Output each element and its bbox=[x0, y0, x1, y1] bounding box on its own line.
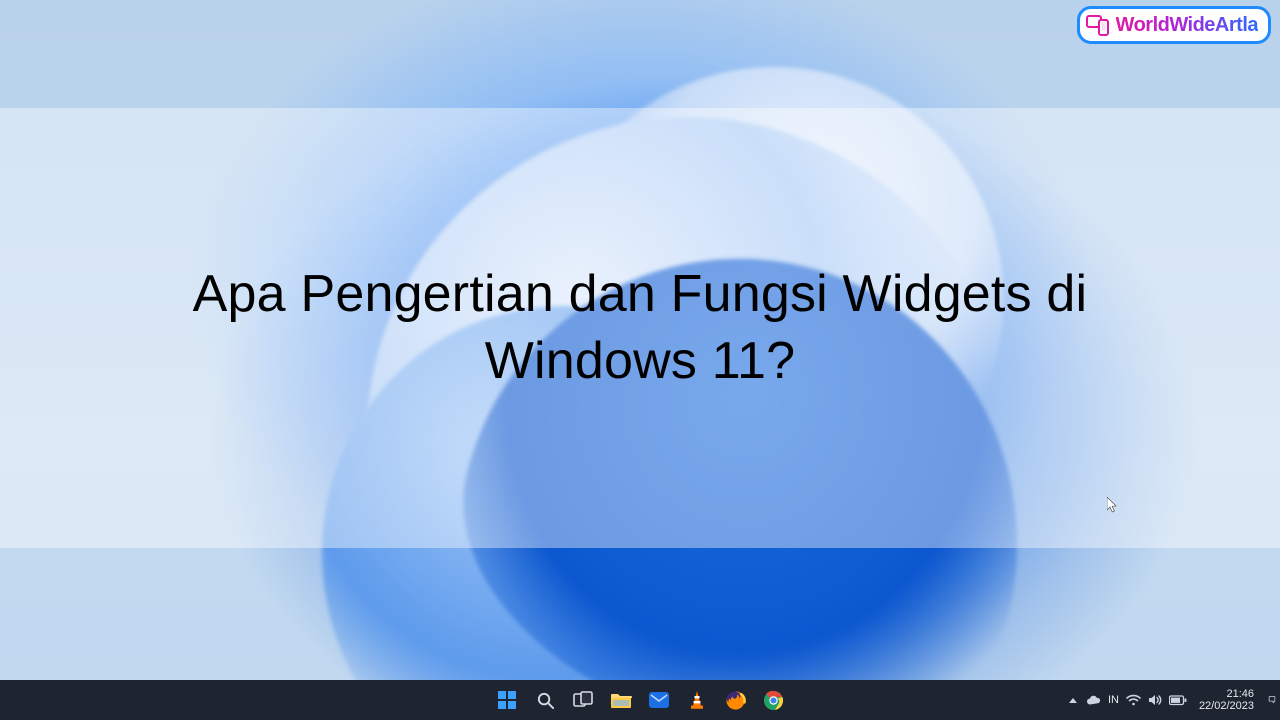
tray-overflow-button[interactable] bbox=[1069, 698, 1077, 703]
onedrive-icon[interactable] bbox=[1086, 695, 1101, 706]
mail-icon bbox=[648, 691, 670, 709]
wifi-icon[interactable] bbox=[1126, 694, 1141, 706]
battery-icon[interactable] bbox=[1169, 695, 1187, 706]
notifications-button[interactable] bbox=[1268, 696, 1276, 704]
language-indicator[interactable]: IN bbox=[1108, 694, 1119, 706]
search-button[interactable] bbox=[529, 684, 561, 716]
clock-date: 22/02/2023 bbox=[1199, 700, 1254, 712]
chrome-button[interactable] bbox=[757, 684, 789, 716]
vlc-button[interactable] bbox=[681, 684, 713, 716]
taskbar-clock[interactable]: 21:46 22/02/2023 bbox=[1199, 688, 1260, 712]
overlay-headline: Apa Pengertian dan Fungsi Widgets di Win… bbox=[80, 261, 1200, 394]
start-button[interactable] bbox=[491, 684, 523, 716]
task-view-button[interactable] bbox=[567, 684, 599, 716]
firefox-button[interactable] bbox=[719, 684, 751, 716]
system-tray: IN 21:46 22/02/2023 bbox=[1065, 680, 1276, 720]
task-view-icon bbox=[573, 691, 593, 709]
device-icon bbox=[1086, 13, 1110, 37]
search-icon bbox=[536, 691, 555, 710]
firefox-icon bbox=[725, 690, 746, 711]
watermark-text: WorldWideArtla bbox=[1116, 14, 1258, 37]
folder-icon bbox=[610, 691, 632, 709]
chrome-icon bbox=[763, 690, 784, 711]
windows-icon bbox=[497, 690, 517, 710]
mail-app-button[interactable] bbox=[643, 684, 675, 716]
taskbar: IN 21:46 22/02/2023 bbox=[0, 680, 1280, 720]
taskbar-center bbox=[491, 680, 789, 720]
vlc-icon bbox=[688, 690, 706, 710]
overlay-band: Apa Pengertian dan Fungsi Widgets di Win… bbox=[0, 108, 1280, 548]
volume-icon[interactable] bbox=[1148, 694, 1162, 706]
watermark-badge: WorldWideArtla bbox=[1077, 6, 1271, 44]
file-explorer-button[interactable] bbox=[605, 684, 637, 716]
clock-time: 21:46 bbox=[1226, 688, 1254, 700]
